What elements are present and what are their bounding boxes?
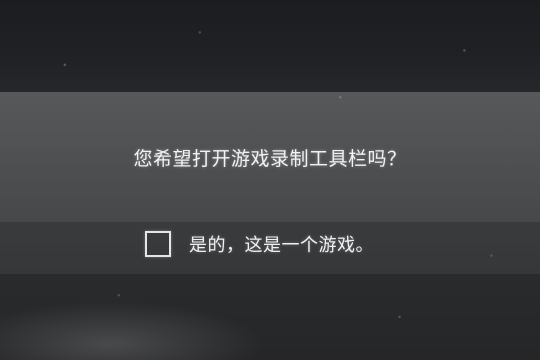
background-bottom: [0, 274, 540, 360]
background-top: [0, 0, 540, 92]
is-game-checkbox-label[interactable]: 是的，这是一个游戏。: [189, 231, 374, 257]
is-game-checkbox-row[interactable]: 是的，这是一个游戏。: [145, 228, 374, 260]
is-game-checkbox[interactable]: [145, 231, 171, 257]
prompt-question: 您希望打开游戏录制工具栏吗？: [133, 148, 407, 170]
